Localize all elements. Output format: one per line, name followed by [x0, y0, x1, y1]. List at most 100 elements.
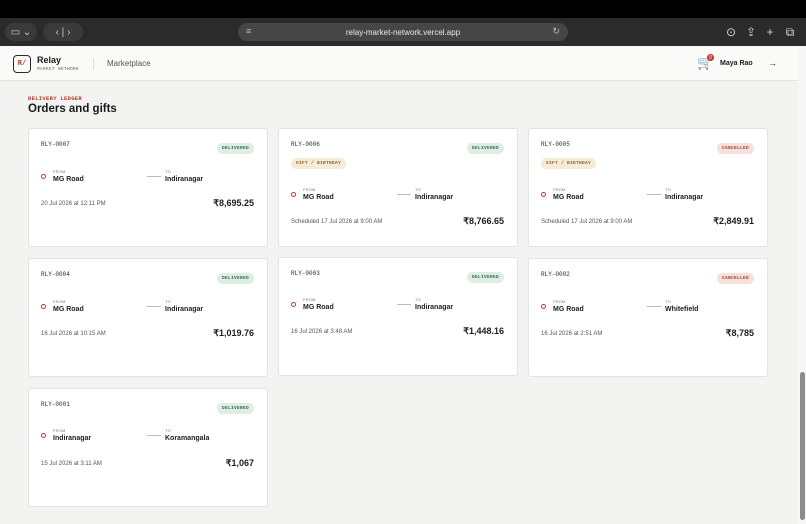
route-line [647, 306, 661, 307]
order-date: 16 Jul 2026 at 10:15 AM [41, 331, 106, 337]
origin-dot-icon [541, 192, 546, 197]
order-amount: ₹1,067 [225, 458, 254, 468]
to-label: TO [165, 299, 171, 304]
order-id: RLY-0001 [41, 401, 70, 408]
order-amount: ₹8,766.65 [463, 216, 504, 226]
order-amount: ₹1,448.16 [463, 326, 504, 336]
status-badge: DELIVERED [466, 272, 504, 283]
section-eyebrow: DELIVERY LEDGER [28, 95, 83, 102]
route-line [147, 176, 161, 177]
order-amount: ₹8,695.25 [213, 198, 254, 208]
address-bar[interactable]: ≡ relay-market-network.vercel.app ↻ [238, 23, 568, 41]
from-label: FROM [553, 187, 566, 192]
from-label: FROM [303, 187, 316, 192]
user-name[interactable]: Maya Rao [720, 60, 753, 67]
status-badge: DELIVERED [216, 143, 254, 154]
header-divider [93, 58, 94, 70]
order-card[interactable]: RLY-0007 DELIVERED FROM MG Road TO Indir… [28, 128, 268, 247]
browser-toolbar: ▭ ⌄ ‹ | › ≡ relay-market-network.vercel.… [0, 18, 806, 46]
top-black-bar [0, 0, 806, 18]
origin-dot-icon [41, 304, 46, 309]
gift-badge: GIFT / BIRTHDAY [291, 158, 347, 169]
route-line [397, 194, 411, 195]
logout-arrow-icon[interactable]: → [768, 58, 777, 68]
to-label: TO [665, 299, 671, 304]
route-line [397, 304, 411, 305]
order-id: RLY-0005 [541, 141, 570, 148]
order-card[interactable]: RLY-0002 CANCELLED FROM MG Road TO White… [528, 258, 768, 377]
gift-badge: GIFT / BIRTHDAY [541, 158, 597, 169]
from-label: FROM [53, 428, 66, 433]
order-date: Scheduled 17 Jul 2026 at 9:00 AM [541, 219, 633, 225]
brand-subtitle: MARKET NETWORK [37, 67, 80, 72]
order-date: 16 Jul 2026 at 3:48 AM [291, 329, 353, 335]
order-date: 15 Jul 2026 at 3:11 AM [41, 461, 102, 467]
share-icon[interactable]: ⇪ [741, 22, 761, 42]
status-badge: CANCELLED [716, 143, 754, 154]
route-line [147, 306, 161, 307]
status-badge: DELIVERED [216, 403, 254, 414]
order-card[interactable]: RLY-0006 DELIVERED GIFT / BIRTHDAY FROM … [278, 128, 518, 247]
order-date: Scheduled 17 Jul 2026 at 9:00 AM [291, 219, 383, 225]
scrollbar-thumb[interactable] [800, 372, 805, 520]
status-badge: DELIVERED [216, 273, 254, 284]
page-title: Orders and gifts [28, 103, 117, 115]
order-card[interactable]: RLY-0005 CANCELLED GIFT / BIRTHDAY FROM … [528, 128, 768, 247]
from-place: Indiranagar [53, 435, 92, 442]
order-id: RLY-0004 [41, 271, 70, 278]
order-card[interactable]: RLY-0003 DELIVERED FROM MG Road TO Indir… [278, 257, 518, 376]
route-line [147, 435, 161, 436]
to-label: TO [415, 297, 421, 302]
from-place: MG Road [553, 306, 584, 313]
status-badge: DELIVERED [466, 143, 504, 154]
to-place: Whitefield [665, 306, 699, 313]
to-place: Indiranagar [165, 176, 204, 183]
back-forward-buttons[interactable]: ‹ | › [43, 23, 83, 41]
origin-dot-icon [541, 304, 546, 309]
new-tab-icon[interactable]: + [760, 22, 780, 42]
order-date: 20 Jul 2026 at 12:11 PM [41, 201, 106, 207]
order-id: RLY-0007 [41, 141, 70, 148]
from-label: FROM [53, 169, 66, 174]
sidebar-icon: ▭ ⌄ [10, 26, 32, 38]
brand-name: Relay [37, 55, 62, 65]
from-label: FROM [303, 297, 316, 302]
reload-icon[interactable]: ↻ [552, 26, 560, 37]
reader-icon: ≡ [246, 26, 252, 36]
to-label: TO [665, 187, 671, 192]
from-place: MG Road [303, 304, 334, 311]
origin-dot-icon [41, 433, 46, 438]
order-id: RLY-0002 [541, 271, 570, 278]
from-label: FROM [553, 299, 566, 304]
from-label: FROM [53, 299, 66, 304]
app-header: R/ Relay MARKET NETWORK Marketplace 🛒 0 … [0, 46, 806, 81]
order-amount: ₹1,019.76 [213, 328, 254, 338]
from-place: MG Road [553, 194, 584, 201]
route-line [647, 194, 661, 195]
from-place: MG Road [303, 194, 334, 201]
relay-logo[interactable]: R/ [13, 55, 31, 73]
download-icon[interactable]: ⊙ [721, 22, 741, 42]
order-date: 16 Jul 2026 at 2:51 AM [541, 331, 603, 337]
tabs-overview-icon[interactable]: ⧉ [780, 22, 800, 42]
order-id: RLY-0006 [291, 141, 320, 148]
to-place: Koramangala [165, 435, 210, 442]
order-amount: ₹8,785 [725, 328, 754, 338]
origin-dot-icon [291, 192, 296, 197]
order-amount: ₹2,849.91 [713, 216, 754, 226]
sidebar-toggle-button[interactable]: ▭ ⌄ [5, 23, 37, 41]
status-badge: CANCELLED [716, 273, 754, 284]
to-place: Indiranagar [415, 304, 454, 311]
order-card[interactable]: RLY-0001 DELIVERED FROM Indiranagar TO K… [28, 388, 268, 507]
order-card[interactable]: RLY-0004 DELIVERED FROM MG Road TO Indir… [28, 258, 268, 377]
from-place: MG Road [53, 176, 84, 183]
origin-dot-icon [291, 302, 296, 307]
to-label: TO [165, 428, 171, 433]
nav-marketplace[interactable]: Marketplace [107, 59, 151, 68]
to-label: TO [415, 187, 421, 192]
url-text: relay-market-network.vercel.app [345, 27, 461, 37]
origin-dot-icon [41, 174, 46, 179]
to-place: Indiranagar [165, 306, 204, 313]
chevron-left-right-icon: ‹ | › [55, 26, 71, 38]
order-id: RLY-0003 [291, 270, 320, 277]
